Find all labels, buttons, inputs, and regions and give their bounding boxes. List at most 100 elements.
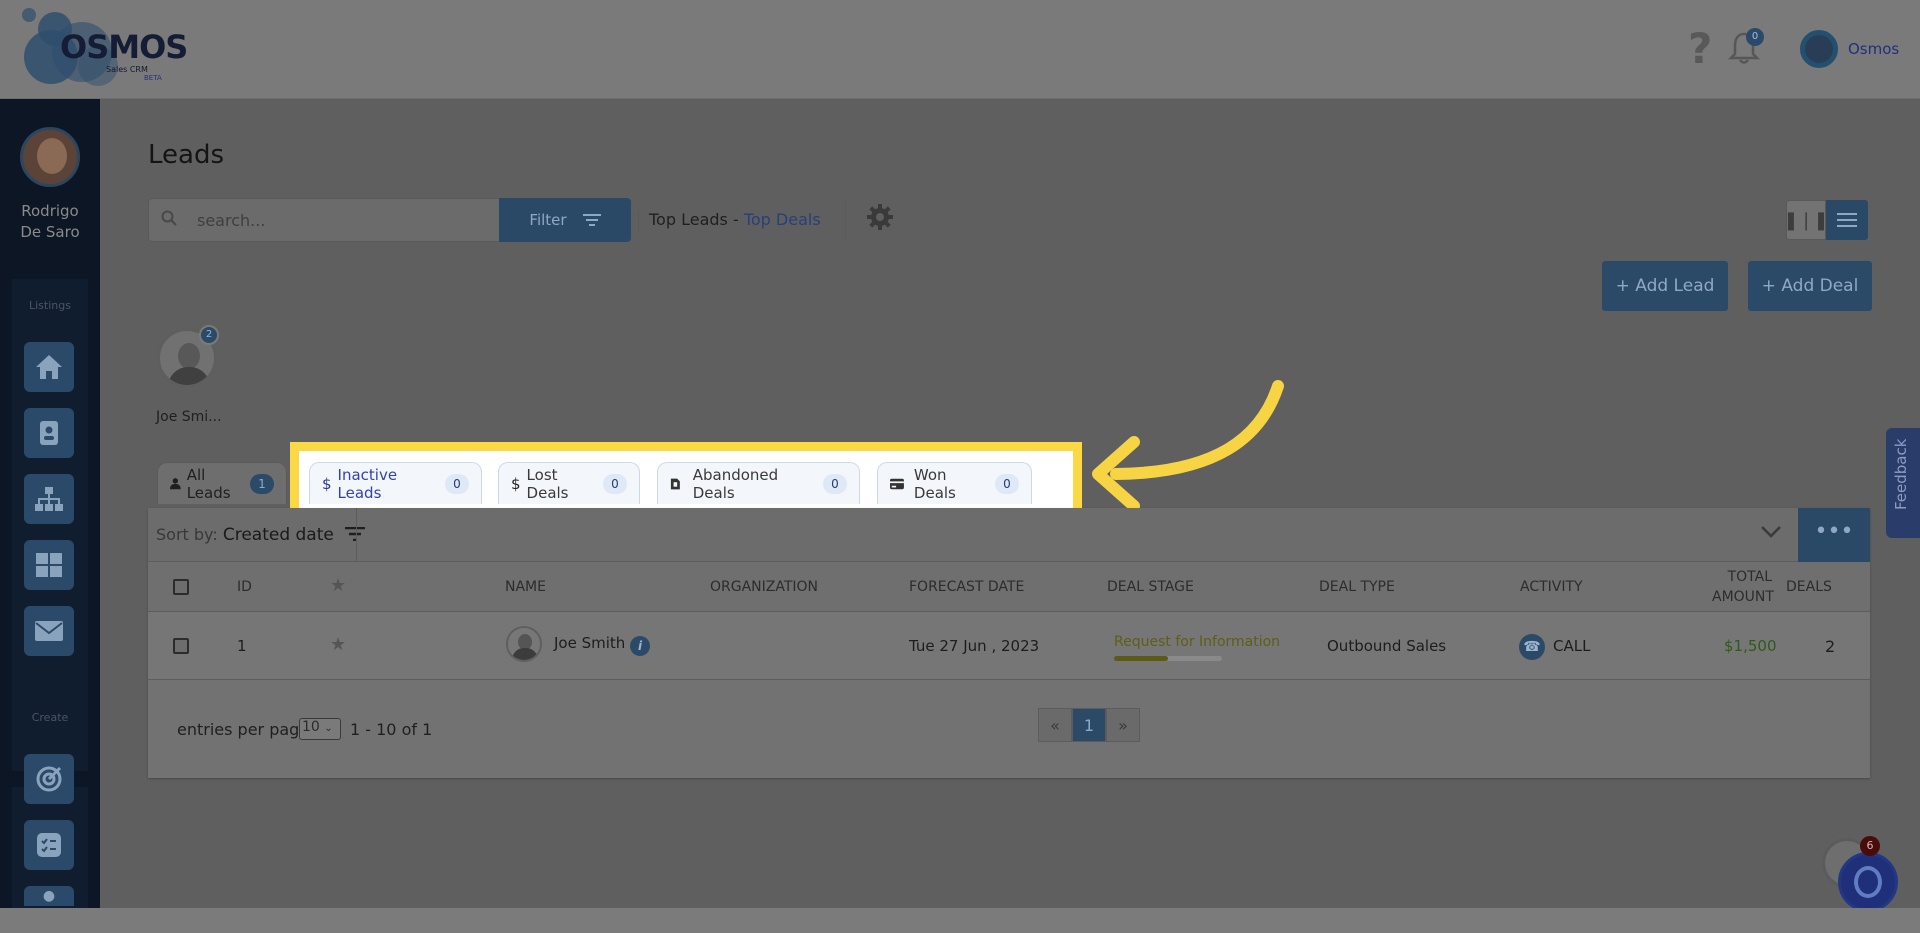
column-organization[interactable]: ORGANIZATION — [710, 579, 818, 595]
entries-per-page-label: entries per page — [177, 720, 310, 739]
star-icon[interactable]: ★ — [330, 634, 346, 655]
column-id[interactable]: ID — [237, 579, 252, 595]
sort-prefix: Sort by: — [156, 525, 218, 544]
more-options-button[interactable]: ••• — [1798, 508, 1870, 562]
top-leads-link[interactable]: Top Leads - — [649, 210, 739, 229]
row-deal-stage: Request for Information — [1114, 634, 1281, 650]
column-deal-type[interactable]: DEAL TYPE — [1319, 579, 1395, 595]
column-amount-label: AMOUNT — [1712, 589, 1774, 605]
sidebar: Rodrigo De Saro Listings Create ● — [0, 99, 100, 933]
search-input[interactable] — [197, 207, 487, 233]
notifications-button[interactable]: 0 — [1727, 28, 1764, 70]
row-checkbox[interactable] — [173, 638, 189, 654]
top-deals-link[interactable]: Top Deals — [744, 210, 821, 229]
divider — [845, 200, 846, 240]
phone-icon[interactable]: ☎ — [1519, 634, 1545, 660]
sidebar-mail-button[interactable] — [24, 606, 74, 656]
tab-inactive-leads[interactable]: $ Inactive Leads 0 — [309, 462, 482, 504]
search-box — [148, 198, 500, 242]
next-page-button[interactable]: » — [1106, 708, 1140, 742]
tab-won-deals[interactable]: Won Deals 0 — [877, 462, 1032, 504]
row-name[interactable]: Joe Smith — [554, 634, 625, 652]
feedback-button[interactable]: Feedback — [1886, 428, 1920, 538]
column-deal-stage[interactable]: DEAL STAGE — [1107, 579, 1194, 595]
column-deals[interactable]: DEALS — [1786, 579, 1832, 595]
top-links: Top Leads - Top Deals — [638, 210, 821, 232]
kanban-icon: ❚❘❚ — [1783, 209, 1829, 231]
logo-text: OSMOS — [60, 28, 188, 66]
more-icon: ● — [42, 888, 56, 904]
tab-abandoned-deals[interactable]: Abandoned Deals 0 — [657, 462, 860, 504]
row-deal-type: Outbound Sales — [1327, 637, 1447, 655]
tab-count: 1 — [250, 473, 274, 494]
row-avatar — [506, 626, 542, 662]
bottom-strip — [0, 908, 1920, 933]
row-forecast-date: Tue 27 Jun , 2023 — [909, 637, 1040, 655]
page-button-current[interactable]: 1 — [1072, 708, 1106, 742]
entries-per-page-select[interactable]: 10 ⌄ — [299, 718, 341, 740]
row-activity[interactable]: CALL — [1553, 637, 1590, 655]
prev-page-button[interactable]: « — [1038, 708, 1072, 742]
sidebar-tasks-button[interactable] — [24, 820, 74, 870]
sort-icon — [344, 526, 365, 542]
list-view-button[interactable] — [1826, 200, 1868, 240]
divider — [356, 508, 357, 562]
profile-avatar[interactable] — [20, 127, 80, 187]
profile-name: Rodrigo De Saro — [0, 201, 100, 243]
file-icon — [670, 478, 680, 489]
info-icon[interactable]: i — [630, 636, 650, 656]
column-name[interactable]: NAME — [505, 579, 546, 595]
settings-button[interactable] — [866, 203, 894, 239]
pagination-range: 1 - 10 of 1 — [350, 720, 433, 739]
osmos-logo[interactable]: OSMOS Sales CRM BETA — [22, 8, 188, 92]
view-toggle: ❚❘❚ — [1783, 200, 1868, 240]
sort-value: Created date — [222, 525, 334, 545]
row-deals: 2 — [1825, 637, 1836, 656]
page-title: Leads — [148, 140, 225, 170]
add-deal-button[interactable]: + Add Deal — [1748, 261, 1872, 311]
ellipsis-icon: ••• — [1814, 519, 1854, 544]
sidebar-dashboard-button[interactable] — [24, 540, 74, 590]
column-total-amount[interactable]: TOTAL AMOUNT — [1712, 567, 1774, 607]
filter-label: Filter — [529, 211, 567, 229]
column-forecast-date[interactable]: FORECAST DATE — [909, 579, 1024, 595]
sort-bar: Sort by: Created date ••• — [148, 508, 1870, 562]
sidebar-contacts-button[interactable] — [24, 408, 74, 458]
row-total-amount: $1,500 — [1724, 637, 1777, 655]
column-activity[interactable]: ACTIVITY — [1520, 579, 1583, 595]
profile-first-name: Rodrigo — [21, 202, 79, 220]
sidebar-home-button[interactable] — [24, 342, 74, 392]
tab-label: Won Deals — [913, 465, 956, 502]
add-lead-button[interactable]: + Add Lead — [1602, 261, 1728, 311]
user-avatar[interactable] — [1800, 30, 1838, 68]
sidebar-more-button[interactable]: ● — [24, 886, 74, 906]
search-icon — [161, 210, 177, 230]
filter-button[interactable]: Filter — [499, 198, 631, 242]
star-icon: ★ — [330, 575, 347, 596]
select-all-checkbox[interactable] — [173, 579, 189, 595]
kanban-view-button[interactable]: ❚❘❚ — [1783, 200, 1829, 240]
column-total-label: TOTAL — [1727, 569, 1772, 585]
top-lead-name[interactable]: Joe Smi... — [156, 409, 222, 425]
checklist-icon — [37, 833, 61, 857]
deal-stage-progress — [1114, 656, 1222, 661]
sort-control[interactable]: Sort by: Created date — [156, 525, 365, 545]
chevron-down-icon[interactable] — [1760, 520, 1782, 545]
mail-icon — [35, 621, 63, 641]
sidebar-goals-button[interactable] — [24, 754, 74, 804]
dollar-icon: $ — [511, 474, 521, 493]
target-icon — [36, 766, 62, 792]
help-icon[interactable]: ? — [1688, 24, 1712, 73]
sidebar-organizations-button[interactable] — [24, 474, 74, 524]
chat-widget-button[interactable] — [1838, 852, 1898, 912]
chevron-down-icon: ⌄ — [324, 723, 333, 734]
gear-icon — [867, 204, 893, 230]
tab-all-leads[interactable]: All Leads 1 — [157, 462, 287, 504]
table-row[interactable]: 1 ★ Joe Smith i Tue 27 Jun , 2023 Reques… — [148, 612, 1870, 680]
tab-lost-deals[interactable]: $ Lost Deals 0 — [498, 462, 640, 504]
table-footer: entries per page 10 ⌄ 1 - 10 of 1 « 1 » — [148, 680, 1870, 778]
notifications-badge: 0 — [1746, 28, 1764, 46]
tab-count: 0 — [823, 473, 847, 494]
user-menu-name[interactable]: Osmos — [1848, 40, 1899, 58]
create-label: Create — [31, 711, 69, 724]
